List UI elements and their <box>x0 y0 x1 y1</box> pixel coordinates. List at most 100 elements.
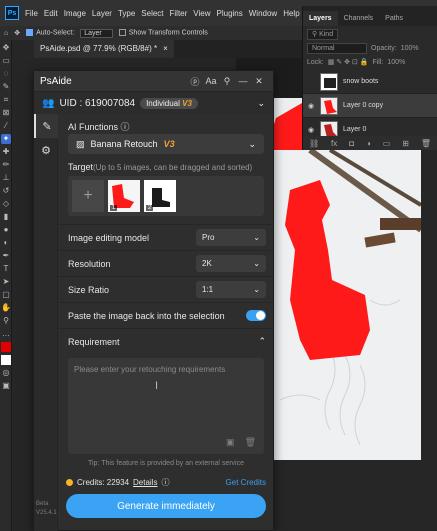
menu-edit[interactable]: Edit <box>41 9 61 18</box>
background-color-icon[interactable] <box>1 355 11 365</box>
details-link[interactable]: Details <box>133 478 157 487</box>
size-ratio-select[interactable]: 1:1 ⌄ <box>196 281 266 298</box>
fill-value[interactable]: 100% <box>387 59 405 66</box>
info-icon[interactable]: ⓘ <box>121 122 130 132</box>
minimize-icon[interactable]: — <box>235 76 251 86</box>
history-brush-tool-icon[interactable]: ↺ <box>1 186 11 196</box>
show-transform-checkbox[interactable]: Show Transform Controls <box>118 29 208 37</box>
document-tab[interactable]: PsAide.psd @ 77.9% (RGB/8#) * × <box>34 40 174 58</box>
credits-label: Credits: 22934 <box>77 478 130 487</box>
tab-paths[interactable]: Paths <box>379 11 409 26</box>
dodge-tool-icon[interactable]: ◐ <box>1 238 11 248</box>
close-icon[interactable]: × <box>163 44 168 54</box>
document-canvas[interactable] <box>270 150 421 460</box>
blend-mode-dropdown[interactable]: Normal <box>307 42 367 54</box>
target-image-2[interactable]: 2 <box>144 180 176 212</box>
menu-file[interactable]: File <box>22 9 41 18</box>
layer-row[interactable]: snow boots <box>303 70 437 94</box>
link-icon[interactable]: ⛓ <box>309 139 319 148</box>
screen-mode-icon[interactable]: ▣ <box>1 381 11 391</box>
info-icon[interactable]: ⓘ <box>161 477 169 488</box>
close-icon[interactable]: ✕ <box>251 76 267 87</box>
add-image-button[interactable]: + <box>72 180 104 212</box>
tab-channels[interactable]: Channels <box>338 11 380 26</box>
chevron-up-icon[interactable]: ⌃ <box>258 336 266 347</box>
function-select[interactable]: ▨ Banana Retouch V3 ⌄ <box>68 134 264 154</box>
lasso-tool-icon[interactable]: ◌ <box>1 69 11 79</box>
pin-icon[interactable]: ⚲ <box>219 76 235 87</box>
menu-select[interactable]: Select <box>138 9 166 18</box>
get-credits-link[interactable]: Get Credits <box>226 478 266 487</box>
menu-help[interactable]: Help <box>280 9 302 18</box>
pen-tool-icon[interactable]: ✒ <box>1 251 11 261</box>
layers-panel-tabs: Layers Channels Paths <box>303 6 437 26</box>
eyedropper-tool-icon[interactable]: ⁄ <box>1 121 11 131</box>
trash-icon[interactable]: 🗑 <box>245 437 256 448</box>
mask-icon[interactable]: ◘ <box>349 139 354 148</box>
hand-tool-icon[interactable]: ✋ <box>1 303 11 313</box>
sidebar-gear-icon[interactable]: ⚙ <box>34 138 58 162</box>
more-tools-icon[interactable]: … <box>1 329 11 339</box>
zoom-tool-icon[interactable]: ⚲ <box>1 316 11 326</box>
model-select[interactable]: Pro ⌄ <box>196 229 266 246</box>
tab-layers[interactable]: Layers <box>303 11 338 26</box>
eraser-tool-icon[interactable]: ◇ <box>1 199 11 209</box>
menu-filter[interactable]: Filter <box>167 9 191 18</box>
folder-icon[interactable]: ▭ <box>383 139 391 148</box>
gradient-tool-icon[interactable]: ▮ <box>1 212 11 222</box>
kind-filter-dropdown[interactable]: ⚲ Kind <box>307 28 339 40</box>
crop-tool-icon[interactable]: ⌗ <box>1 95 11 105</box>
eye-icon[interactable]: ◉ <box>307 126 315 134</box>
blur-tool-icon[interactable]: ● <box>1 225 11 235</box>
quick-mask-icon[interactable]: ◎ <box>1 368 11 378</box>
fx-icon[interactable]: fx <box>331 139 337 148</box>
quick-select-tool-icon[interactable]: ✎ <box>1 82 11 92</box>
requirement-input[interactable]: Please enter your retouching requirement… <box>68 358 264 454</box>
menu-type[interactable]: Type <box>115 9 138 18</box>
auto-select-dropdown[interactable]: Layer <box>80 28 113 38</box>
font-size-icon[interactable]: Aa <box>203 76 219 86</box>
resolution-select[interactable]: 2K ⌄ <box>196 255 266 272</box>
paste-back-toggle[interactable] <box>246 310 266 321</box>
generate-button[interactable]: Generate immediately <box>66 494 266 518</box>
stamp-tool-icon[interactable]: ⊥ <box>1 173 11 183</box>
account-row[interactable]: 👥 UID : 619007084 Individual V3 ⌄ <box>34 92 273 114</box>
menu-image[interactable]: Image <box>61 9 89 18</box>
menu-layer[interactable]: Layer <box>89 9 115 18</box>
logo-icon[interactable]: ⓟ <box>187 75 203 88</box>
requirement-row[interactable]: Requirement ⌃ <box>58 328 274 354</box>
move-tool-icon[interactable]: ✥ <box>14 29 20 37</box>
layer-name: snow boots <box>343 78 379 85</box>
layer-row[interactable]: ◉ Layer 0 copy <box>303 94 437 118</box>
menu-window[interactable]: Window <box>246 9 280 18</box>
brush-tool-icon[interactable]: ✏ <box>1 160 11 170</box>
shape-tool-icon[interactable]: ▢ <box>1 290 11 300</box>
image-icon: ▨ <box>76 138 85 149</box>
lock-icon[interactable]: ▦ ✎ ✥ ⊡ 🔒 <box>328 58 369 66</box>
target-image-1[interactable]: 1 <box>108 180 140 212</box>
image-prompt-icon[interactable]: ▣ <box>226 437 235 448</box>
model-row: Image editing model Pro ⌄ <box>58 224 274 250</box>
opacity-value[interactable]: 100% <box>401 45 419 52</box>
adjustment-icon[interactable]: ◑ <box>366 139 371 148</box>
menu-view[interactable]: View <box>190 9 213 18</box>
type-tool-icon[interactable]: T <box>1 264 11 274</box>
auto-select-checkbox[interactable]: Auto-Select: <box>26 29 74 37</box>
menu-plugins[interactable]: Plugins <box>214 9 246 18</box>
eye-icon[interactable]: ◉ <box>307 102 315 110</box>
move-tool-icon[interactable]: ✥ <box>1 43 11 53</box>
marquee-tool-icon[interactable]: ▭ <box>1 56 11 66</box>
psaide-panel: PsAide ⓟ Aa ⚲ — ✕ 👥 UID : 619007084 Indi… <box>33 70 274 531</box>
chevron-down-icon: ⌄ <box>253 285 260 294</box>
path-select-tool-icon[interactable]: ➤ <box>1 277 11 287</box>
frame-tool-icon[interactable]: ⊠ <box>1 108 11 118</box>
home-icon[interactable]: ⌂ <box>4 30 8 37</box>
trash-icon[interactable]: 🗑 <box>421 139 431 148</box>
sidebar-brush-icon[interactable]: ✎ <box>34 114 58 138</box>
healing-tool-icon[interactable]: ✚ <box>1 147 11 157</box>
layers-panel: Layers Channels Paths ⚲ Kind Normal Opac… <box>302 6 437 150</box>
ai-tool-icon[interactable]: ✦ <box>1 134 11 144</box>
foreground-color-icon[interactable] <box>1 342 11 352</box>
chevron-down-icon[interactable]: ⌄ <box>257 98 265 109</box>
new-layer-icon[interactable]: ⊞ <box>402 139 409 148</box>
